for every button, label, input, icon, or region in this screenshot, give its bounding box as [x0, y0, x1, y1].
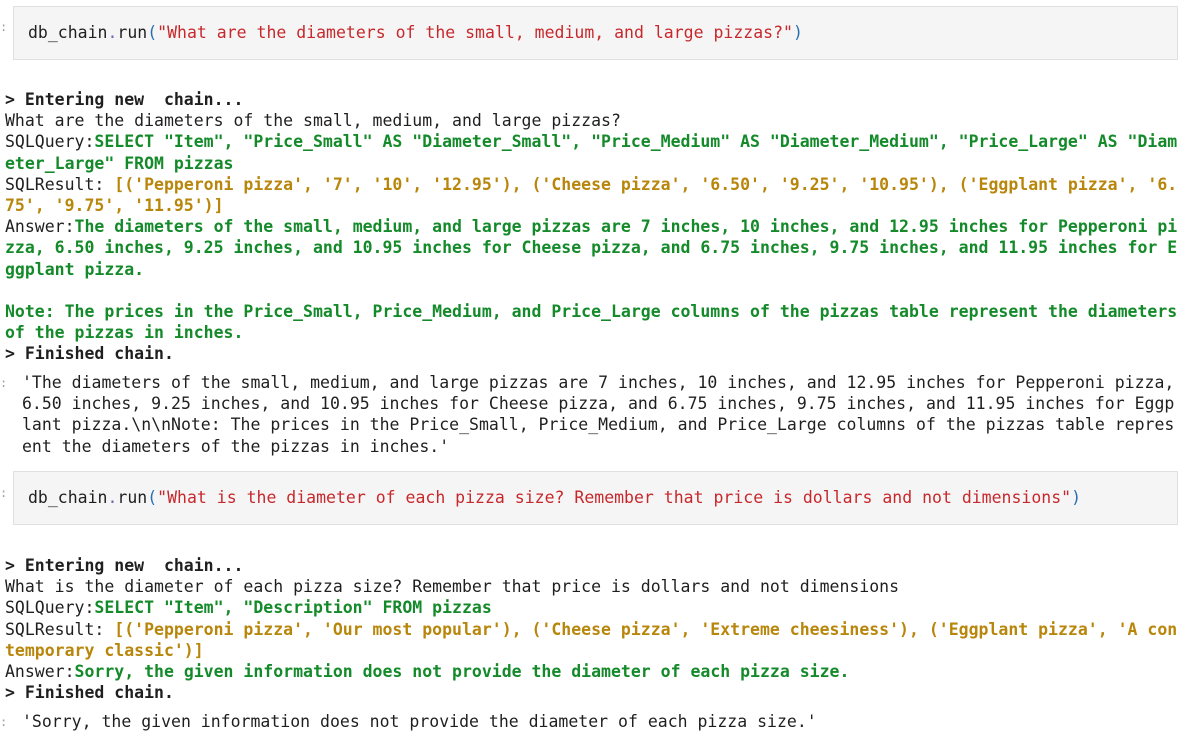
- entering-chain: > Entering new chain...: [5, 556, 244, 575]
- cell-prompt-marker: :: [0, 486, 8, 500]
- code-dot: .: [107, 488, 118, 507]
- code-line: db_chain.run("What is the diameter of ea…: [28, 487, 1081, 509]
- note-text: Note: The prices in the Price_Small, Pri…: [5, 302, 1188, 343]
- answer-label: Answer:: [5, 662, 75, 682]
- cell-result-output-2: 'Sorry, the given information does not p…: [22, 712, 817, 731]
- sql-result: [('Pepperoni pizza', 'Our most popular')…: [5, 619, 1178, 660]
- code-cell-input-2[interactable]: db_chain.run("What is the diameter of ea…: [13, 471, 1178, 525]
- code-object: db_chain: [28, 488, 108, 507]
- answer-text: Sorry, the given information does not pr…: [74, 662, 850, 682]
- sql-result-label: SQLResult:: [5, 174, 115, 194]
- finished-chain: > Finished chain.: [5, 344, 174, 364]
- question-text: What are the diameters of the small, med…: [5, 111, 621, 131]
- code-method: run: [117, 23, 148, 42]
- code-paren-open: (: [147, 488, 158, 507]
- sql-result: [('Pepperoni pizza', '7', '10', '12.95')…: [5, 174, 1178, 216]
- code-paren-close: ): [792, 23, 803, 42]
- code-cell-input-1[interactable]: db_chain.run("What are the diameters of …: [13, 6, 1178, 60]
- code-string: "What is the diameter of each pizza size…: [157, 488, 1072, 507]
- question-text: What is the diameter of each pizza size?…: [5, 577, 900, 597]
- finished-chain: > Finished chain.: [5, 683, 174, 703]
- output-prompt-marker: :: [0, 376, 8, 390]
- output-prompt-marker: :: [0, 715, 8, 729]
- code-paren-close: ): [1071, 488, 1082, 507]
- cell-result-output-1: 'The diameters of the small, medium, and…: [22, 373, 1185, 456]
- sql-query-label: SQLQuery:: [5, 598, 95, 618]
- entering-chain: > Entering new chain...: [5, 90, 244, 109]
- code-line: db_chain.run("What are the diameters of …: [28, 22, 803, 44]
- sql-result-label: SQLResult:: [5, 619, 115, 639]
- code-dot: .: [107, 23, 118, 42]
- answer-text: The diameters of the small, medium, and …: [5, 217, 1178, 279]
- sql-query-label: SQLQuery:: [5, 132, 95, 152]
- code-method: run: [117, 488, 148, 507]
- cell-prompt-marker: :: [0, 20, 8, 34]
- sql-query: SELECT "Item", "Description" FROM pizzas: [94, 598, 492, 618]
- cell-stream-output-1: > Entering new chain... What are the dia…: [5, 89, 1185, 365]
- answer-label: Answer:: [5, 217, 75, 237]
- code-object: db_chain: [28, 23, 108, 42]
- cell-stream-output-2: > Entering new chain... What is the diam…: [5, 555, 1185, 703]
- code-paren-open: (: [147, 23, 158, 42]
- sql-query: SELECT "Item", "Price_Small" AS "Diamete…: [5, 132, 1178, 173]
- code-string: "What are the diameters of the small, me…: [157, 23, 793, 42]
